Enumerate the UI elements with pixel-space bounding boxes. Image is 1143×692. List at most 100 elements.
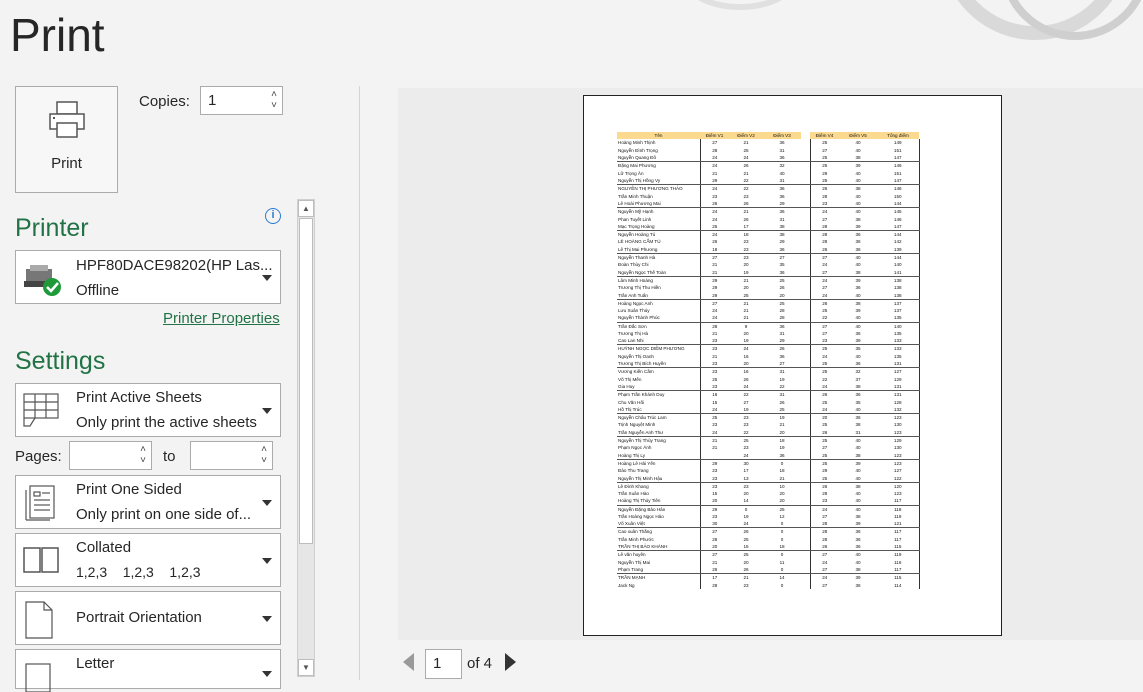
- score-cell: 40: [855, 262, 861, 268]
- score-cell: 131: [877, 360, 920, 369]
- score-cell: 28: [712, 323, 718, 329]
- printer-status: Offline: [76, 282, 120, 299]
- next-page-button[interactable]: [505, 653, 516, 671]
- copies-spinner[interactable]: ˄ ˅: [271, 89, 277, 111]
- score-cell: 27: [712, 254, 718, 260]
- score-cell: 25: [779, 277, 785, 283]
- score-cell: 40: [839, 497, 877, 506]
- score-cell: 16: [743, 369, 749, 375]
- scroll-down-button[interactable]: ▼: [298, 659, 314, 676]
- score-cell: 29: [779, 239, 785, 245]
- table-row: Trần Xuân Hào 15 20 20 28 40 123: [617, 489, 920, 498]
- name-cell: Lê Hoài Phương Mai: [617, 200, 701, 209]
- score-cell: 145: [877, 207, 920, 216]
- collate-dropdown[interactable]: Collated 1,2,3 1,2,3 1,2,3: [15, 533, 281, 587]
- score-cell: 147: [877, 177, 920, 186]
- table-row: Vương Kiến Cầm 23 16 31 25 32 127: [617, 367, 920, 376]
- gap-cell: [801, 474, 811, 483]
- previous-page-button[interactable]: [403, 653, 414, 671]
- score-cell: 23: [743, 239, 749, 245]
- score-cell: 24: [810, 405, 839, 414]
- table-row: Lê văn huyên 27 25 0 27 40 119: [617, 550, 920, 559]
- score-cell: 23: [700, 383, 729, 392]
- printer-dropdown[interactable]: HPF80DACE98202(HP Las... Offline: [15, 250, 281, 304]
- score-cell: 23: [743, 582, 749, 588]
- name-cell: Nguyễn Thành Phúc: [617, 314, 701, 323]
- score-cell: 21: [743, 300, 749, 306]
- column-header: Điểm V3: [763, 132, 801, 139]
- score-cell: 35: [855, 346, 861, 352]
- orientation-dropdown[interactable]: Portrait Orientation: [15, 591, 281, 645]
- score-cell: 23: [700, 474, 729, 483]
- score-cell: 0: [780, 536, 784, 542]
- score-cell: 20: [743, 262, 749, 268]
- gap-cell: [801, 428, 811, 437]
- score-cell: 39: [855, 277, 861, 283]
- score-cell: 25: [779, 506, 785, 512]
- score-cell: 25: [810, 154, 839, 163]
- score-cell: 25: [822, 437, 828, 443]
- score-cell: 25: [729, 291, 763, 300]
- score-cell: 28: [822, 232, 828, 238]
- score-cell: 40: [855, 193, 861, 199]
- chevron-down-icon: [262, 558, 272, 564]
- score-cell: 26: [743, 216, 749, 222]
- gap-cell: [801, 207, 811, 216]
- score-cell: 23: [743, 483, 749, 489]
- score-cell: 25: [779, 300, 785, 306]
- score-cell: 14: [729, 497, 763, 506]
- score-cell: 19: [779, 445, 785, 451]
- paper-size-dropdown[interactable]: Letter: [15, 649, 281, 692]
- score-cell: 20: [763, 428, 801, 437]
- score-cell: 151: [877, 146, 920, 155]
- score-cell: 141: [877, 268, 920, 277]
- score-cell: 40: [855, 323, 861, 329]
- pages-from-spinner[interactable]: ˄ ˅: [140, 444, 146, 466]
- score-cell: 26: [822, 483, 828, 489]
- score-cell: 144: [877, 230, 920, 239]
- score-cell: 26: [822, 186, 828, 192]
- score-cell: 144: [877, 253, 920, 261]
- score-cell: 26: [810, 428, 839, 437]
- printer-properties-link[interactable]: Printer Properties: [163, 310, 280, 327]
- print-what-dropdown[interactable]: Print Active Sheets Only print the activ…: [15, 383, 281, 437]
- score-cell: 14: [779, 575, 785, 581]
- table-row: Nguyễn Đình Trọng 28 25 31 27 40 151: [617, 146, 920, 155]
- pages-to-input[interactable]: ˄ ˅: [190, 441, 273, 470]
- score-cell: 21: [712, 445, 718, 451]
- settings-scrollbar[interactable]: ▲ ▼: [297, 199, 315, 677]
- table-row: Chu Văn Hối 15 27 26 25 35 128: [617, 398, 920, 406]
- score-cell: 115: [877, 573, 920, 582]
- gap-cell: [801, 383, 811, 392]
- score-cell: 30: [743, 460, 749, 466]
- gap-cell: [801, 482, 811, 490]
- score-cell: 29: [700, 177, 729, 186]
- score-cell: 138: [877, 283, 920, 292]
- pages-from-input[interactable]: ˄ ˅: [69, 441, 152, 470]
- table-row: Nguyễn Thị Hồng Vy 29 22 31 25 40 147: [617, 177, 920, 186]
- gap-cell: [801, 581, 811, 589]
- scrollbar-thumb[interactable]: [299, 218, 313, 544]
- score-cell: 25: [763, 405, 801, 414]
- scroll-up-button[interactable]: ▲: [298, 200, 314, 217]
- print-button[interactable]: Print: [15, 86, 118, 193]
- name-cell: Nguyễn Thị Mai: [617, 558, 701, 566]
- score-cell: 19: [779, 415, 785, 421]
- page-title: Print: [10, 9, 105, 61]
- table-row: Mạc Trọng Hoàng 25 17 38 28 39 147: [617, 222, 920, 231]
- gap-cell: [801, 238, 811, 246]
- table-row: Trần Đắc Sơn 28 9 36 27 40 140: [617, 322, 920, 330]
- score-cell: 36: [779, 209, 785, 215]
- info-icon[interactable]: i: [265, 208, 281, 224]
- printer-status-icon: [24, 265, 61, 296]
- pages-to-spinner[interactable]: ˄ ˅: [261, 444, 267, 466]
- page-number-input[interactable]: 1: [425, 649, 462, 679]
- table-row: Nguyễn Thị Mai 21 20 11 24 40 116: [617, 558, 920, 566]
- sides-dropdown[interactable]: Print One Sided Only print on one side o…: [15, 475, 281, 529]
- table-row: Nguyễn Đặng Bảo Hân 29 0 25 24 40 118: [617, 505, 920, 513]
- copies-input[interactable]: 1 ˄ ˅: [200, 86, 283, 115]
- score-cell: 23: [700, 360, 729, 369]
- score-cell: 140: [877, 261, 920, 269]
- name-cell: Vương Kiến Cầm: [617, 367, 701, 376]
- score-cell: 25: [810, 451, 839, 460]
